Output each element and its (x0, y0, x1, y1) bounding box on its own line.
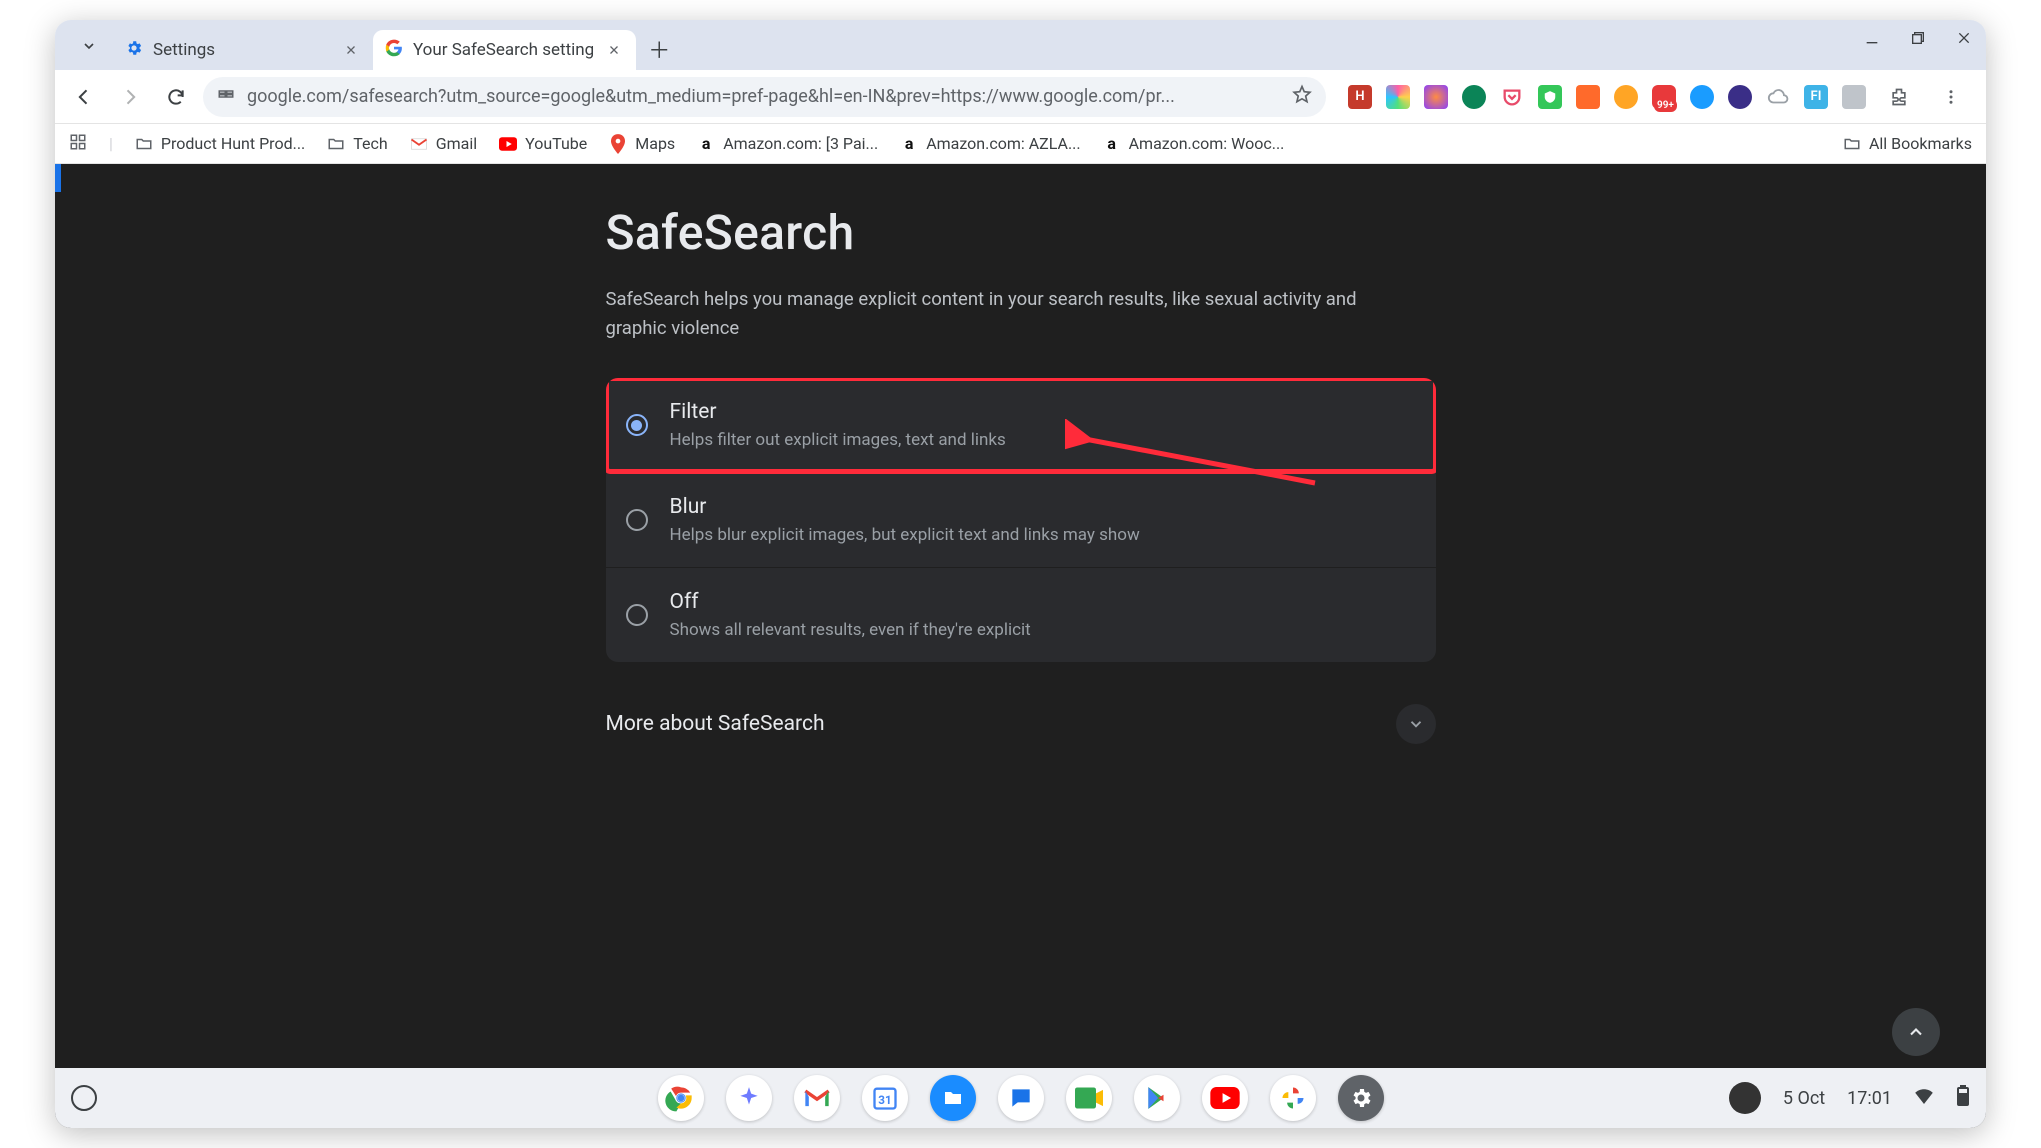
option-subtitle: Shows all relevant results, even if they… (670, 620, 1031, 640)
bookmarks-bar: | Product Hunt Prod... Tech Gmail YouTub… (55, 124, 1986, 164)
amazon-icon: a (1103, 135, 1121, 153)
restore-button[interactable] (1904, 24, 1932, 52)
youtube-icon (499, 135, 517, 153)
safesearch-options: Filter Helps filter out explicit images,… (606, 378, 1436, 662)
assistant-icon[interactable] (726, 1075, 772, 1121)
site-info-icon[interactable] (217, 85, 235, 108)
bookmark-item[interactable]: Product Hunt Prod... (135, 134, 305, 153)
tab-title: Your SafeSearch setting (413, 40, 594, 60)
back-button[interactable] (65, 78, 103, 116)
close-tab-button[interactable] (604, 40, 624, 60)
amazon-icon: a (697, 135, 715, 153)
folder-icon (135, 135, 153, 153)
gmail-icon (410, 135, 428, 153)
page-description: SafeSearch helps you manage explicit con… (606, 285, 1396, 342)
expand-button[interactable] (1396, 704, 1436, 744)
chrome-icon[interactable] (658, 1075, 704, 1121)
extension-icon[interactable] (1462, 85, 1486, 109)
youtube-icon[interactable] (1202, 1075, 1248, 1121)
close-tab-button[interactable] (341, 40, 361, 60)
amazon-icon: a (900, 135, 918, 153)
bookmark-item[interactable]: YouTube (499, 134, 587, 153)
extension-icon[interactable] (1386, 85, 1410, 109)
svg-text:31: 31 (878, 1093, 891, 1107)
messages-icon[interactable] (998, 1075, 1044, 1121)
toolbar: google.com/safesearch?utm_source=google&… (55, 70, 1986, 124)
maps-icon (609, 135, 627, 153)
extension-icon[interactable]: FI (1804, 85, 1828, 109)
meet-icon[interactable] (1066, 1075, 1112, 1121)
more-label: More about SafeSearch (606, 712, 825, 736)
option-title: Off (670, 590, 1031, 614)
tab-strip: Settings Your SafeSearch setting ＋ (55, 20, 1986, 70)
option-title: Blur (670, 495, 1140, 519)
extension-icon[interactable]: H (1348, 85, 1372, 109)
bookmark-item[interactable]: Gmail (410, 134, 477, 153)
tab-safesearch[interactable]: Your SafeSearch setting (373, 30, 636, 70)
reload-button[interactable] (157, 78, 195, 116)
extension-icon[interactable] (1690, 85, 1714, 109)
address-bar[interactable]: google.com/safesearch?utm_source=google&… (203, 77, 1326, 117)
folder-icon (327, 135, 345, 153)
shelf-time[interactable]: 17:01 (1847, 1088, 1892, 1109)
option-filter[interactable]: Filter Helps filter out explicit images,… (606, 378, 1436, 472)
page-content: SafeSearch SafeSearch helps you manage e… (55, 164, 1986, 1128)
forward-button[interactable] (111, 78, 149, 116)
page-title: SafeSearch (606, 204, 1436, 261)
gear-icon (125, 39, 143, 62)
bookmark-item[interactable]: aAmazon.com: Wooc... (1103, 134, 1285, 153)
files-icon[interactable] (930, 1075, 976, 1121)
close-window-button[interactable] (1950, 24, 1978, 52)
settings-icon[interactable] (1338, 1075, 1384, 1121)
wifi-icon[interactable] (1914, 1088, 1934, 1109)
tab-title: Settings (153, 40, 215, 60)
extension-icon[interactable] (1538, 85, 1562, 109)
tab-search-button[interactable] (71, 28, 107, 64)
cloud-icon[interactable] (1766, 85, 1790, 109)
tab-settings[interactable]: Settings (113, 30, 373, 70)
gmail-icon[interactable] (794, 1075, 840, 1121)
extensions-row: H 99+ FI (1334, 78, 1976, 116)
battery-icon[interactable] (1956, 1085, 1970, 1112)
option-off[interactable]: Off Shows all relevant results, even if … (606, 567, 1436, 662)
new-tab-button[interactable]: ＋ (642, 32, 676, 66)
option-title: Filter (670, 400, 1006, 424)
photos-icon[interactable] (1270, 1075, 1316, 1121)
extension-icon[interactable] (1424, 85, 1448, 109)
extension-icon[interactable] (1614, 85, 1638, 109)
apps-grid-icon[interactable] (69, 133, 87, 155)
selection-edge (55, 164, 61, 192)
folder-icon (1843, 135, 1861, 153)
bookmark-star-icon[interactable] (1292, 84, 1312, 109)
url-text: google.com/safesearch?utm_source=google&… (247, 86, 1280, 107)
launcher-button[interactable] (71, 1085, 97, 1111)
calendar-icon[interactable]: 31 (862, 1075, 908, 1121)
radio-unselected-icon (626, 509, 648, 531)
extension-icon[interactable] (1576, 85, 1600, 109)
option-blur[interactable]: Blur Helps blur explicit images, but exp… (606, 472, 1436, 567)
pocket-icon[interactable] (1500, 85, 1524, 109)
all-bookmarks-button[interactable]: All Bookmarks (1843, 134, 1972, 153)
extension-icon[interactable] (1728, 85, 1752, 109)
bookmark-item[interactable]: aAmazon.com: [3 Pai... (697, 134, 878, 153)
google-g-icon (385, 39, 403, 62)
chrome-menu-button[interactable] (1932, 78, 1970, 116)
radio-unselected-icon (626, 604, 648, 626)
option-subtitle: Helps filter out explicit images, text a… (670, 430, 1006, 450)
minimize-button[interactable] (1858, 24, 1886, 52)
user-avatar[interactable] (1729, 1082, 1761, 1114)
extension-icon[interactable]: 99+ (1652, 85, 1676, 109)
chromeos-shelf: 31 5 Oct 17:01 (55, 1068, 1986, 1128)
play-store-icon[interactable] (1134, 1075, 1180, 1121)
bookmark-item[interactable]: Maps (609, 134, 675, 153)
option-subtitle: Helps blur explicit images, but explicit… (670, 525, 1140, 545)
extension-icon[interactable] (1842, 85, 1866, 109)
bookmark-item[interactable]: aAmazon.com: AZLA... (900, 134, 1080, 153)
more-about-row[interactable]: More about SafeSearch (606, 704, 1436, 744)
bookmark-item[interactable]: Tech (327, 134, 387, 153)
extensions-puzzle-icon[interactable] (1880, 78, 1918, 116)
radio-selected-icon (626, 414, 648, 436)
scroll-to-top-button[interactable] (1892, 1008, 1940, 1056)
shelf-date[interactable]: 5 Oct (1783, 1088, 1825, 1109)
